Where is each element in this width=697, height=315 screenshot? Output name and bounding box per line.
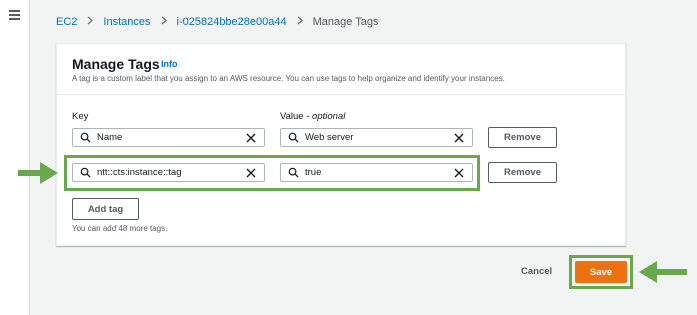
chevron-right-icon bbox=[87, 16, 94, 28]
manage-tags-panel: Manage Tags Info A tag is a custom label… bbox=[56, 43, 626, 246]
page-title: Manage Tags bbox=[72, 56, 160, 72]
value-label-text: Value bbox=[280, 111, 304, 122]
chevron-right-icon bbox=[297, 16, 303, 28]
key-column-label: Key bbox=[72, 111, 88, 122]
value-column-label: Value - optional bbox=[280, 111, 345, 122]
key-label-text: Key bbox=[72, 111, 89, 122]
arrow-right-icon bbox=[18, 162, 58, 184]
info-link[interactable]: Info bbox=[161, 59, 178, 69]
breadcrumb-instance-id[interactable]: i-025824bbe28e00a44 bbox=[177, 16, 287, 28]
optional-label: - optional bbox=[303, 111, 346, 122]
tag-value-field[interactable]: Web server bbox=[280, 128, 473, 147]
tag-value-value: Web server bbox=[305, 132, 354, 143]
annotation-highlight-row bbox=[64, 155, 480, 191]
tag-key-value: Name bbox=[97, 132, 123, 143]
clear-icon[interactable] bbox=[453, 132, 465, 144]
cancel-button[interactable]: Cancel bbox=[521, 266, 552, 277]
side-navigation-strip bbox=[0, 0, 30, 315]
breadcrumb-current: Manage Tags bbox=[312, 16, 379, 28]
chevron-right-icon bbox=[161, 16, 167, 28]
clear-icon[interactable] bbox=[245, 132, 257, 144]
arrow-left-icon bbox=[639, 261, 687, 283]
remaining-tags-helper: You can add 48 more tags. bbox=[72, 224, 168, 233]
search-icon bbox=[288, 132, 299, 143]
breadcrumb-ec2[interactable]: EC2 bbox=[56, 16, 77, 28]
save-button[interactable]: Save bbox=[575, 261, 627, 283]
panel-header: Manage Tags Info A tag is a custom label… bbox=[57, 44, 625, 95]
remove-tag-button[interactable]: Remove bbox=[488, 162, 557, 183]
add-tag-button[interactable]: Add tag bbox=[72, 198, 139, 220]
panel-description: A tag is a custom label that you assign … bbox=[72, 74, 505, 83]
search-icon bbox=[80, 132, 91, 143]
breadcrumb: EC2 Instances i-025824bbe28e00a44 Manage… bbox=[56, 16, 378, 28]
tag-key-field[interactable]: Name bbox=[72, 128, 265, 147]
menu-icon[interactable] bbox=[9, 10, 20, 20]
breadcrumb-instances[interactable]: Instances bbox=[103, 16, 150, 28]
remove-tag-button[interactable]: Remove bbox=[488, 127, 557, 148]
